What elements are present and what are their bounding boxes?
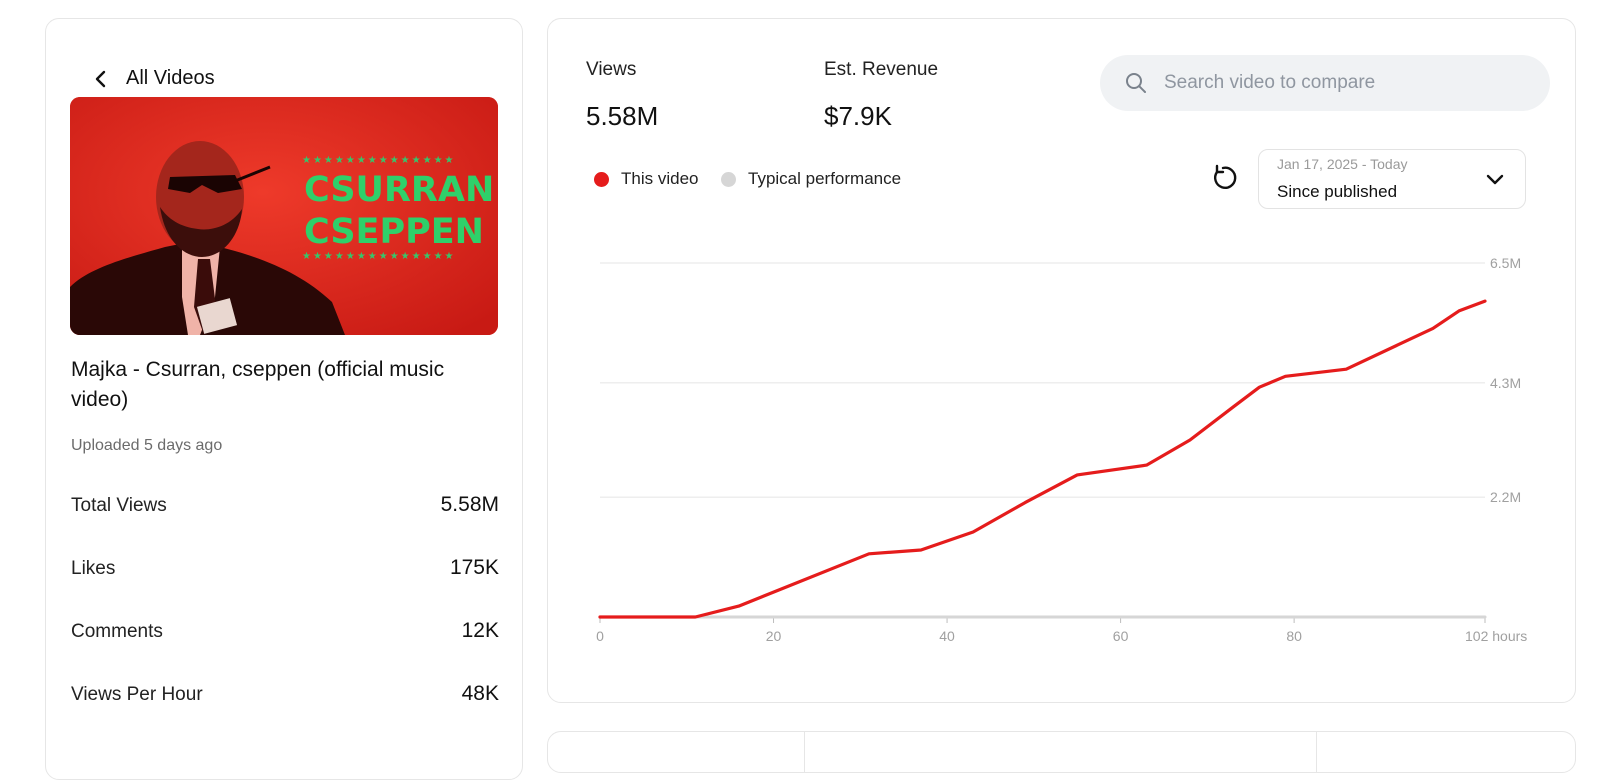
secondary-panel (547, 731, 1576, 773)
back-link-label: All Videos (126, 67, 215, 89)
x-tick-label: 20 (766, 628, 782, 644)
y-tick-label: 4.3M (1490, 375, 1521, 391)
upload-date: Uploaded 5 days ago (71, 437, 223, 454)
this-video-line (598, 299, 1487, 619)
x-tick-label: 40 (939, 628, 955, 644)
video-title: Majka - Csurran, cseppen (official music… (71, 358, 445, 411)
stat-label: Total Views (71, 495, 167, 516)
video-thumbnail[interactable]: ★★★★★★★★★★★★★★ ★★★★★★★★★★★★★★ CSURRAN CS… (70, 97, 498, 335)
stat-value: 5.58M (440, 493, 499, 516)
views-line-chart: 2.2M 4.3M 6.5M 0 20 40 60 80 102 hours (596, 255, 1527, 644)
panel-divider (804, 732, 805, 772)
svg-text:★★★★★★★★★★★★★★: ★★★★★★★★★★★★★★ (302, 155, 456, 166)
stat-label: Likes (71, 558, 116, 579)
stat-likes: Likes 175K (71, 556, 499, 580)
y-tick-label: 2.2M (1490, 489, 1521, 505)
all-videos-back-link[interactable]: All Videos (94, 67, 215, 90)
stat-value: 12K (461, 619, 499, 642)
x-tick-label: 60 (1113, 628, 1129, 644)
stat-value: 48K (461, 682, 499, 705)
svg-text:★★★★★★★★★★★★★★: ★★★★★★★★★★★★★★ (302, 251, 456, 262)
chevron-left-icon (95, 70, 106, 87)
thumbnail-artwork: ★★★★★★★★★★★★★★ ★★★★★★★★★★★★★★ CSURRAN CS… (70, 97, 498, 335)
stat-label: Views Per Hour (71, 684, 203, 705)
analytics-card: Views 5.58M Est. Revenue $7.9K This vide… (547, 18, 1576, 703)
stat-label: Comments (71, 621, 163, 642)
video-details-card: All Videos ★★★★★★★★★★★★★★ ★★★★★★★★★★★★★★ (45, 18, 523, 780)
x-tick-label: 0 (596, 628, 604, 644)
stat-total-views: Total Views 5.58M (71, 493, 499, 517)
stat-value: 175K (449, 556, 499, 579)
stat-comments: Comments 12K (71, 619, 499, 643)
x-tick-label: 80 (1286, 628, 1302, 644)
x-tick-label: 102 hours (1465, 628, 1527, 644)
panel-divider (1316, 732, 1317, 772)
thumbnail-title-line-2: CSEPPEN (304, 212, 484, 252)
stat-views-per-hour: Views Per Hour 48K (71, 682, 499, 706)
thumbnail-title-line-1: CSURRAN (304, 170, 494, 210)
y-tick-label: 6.5M (1490, 255, 1521, 271)
